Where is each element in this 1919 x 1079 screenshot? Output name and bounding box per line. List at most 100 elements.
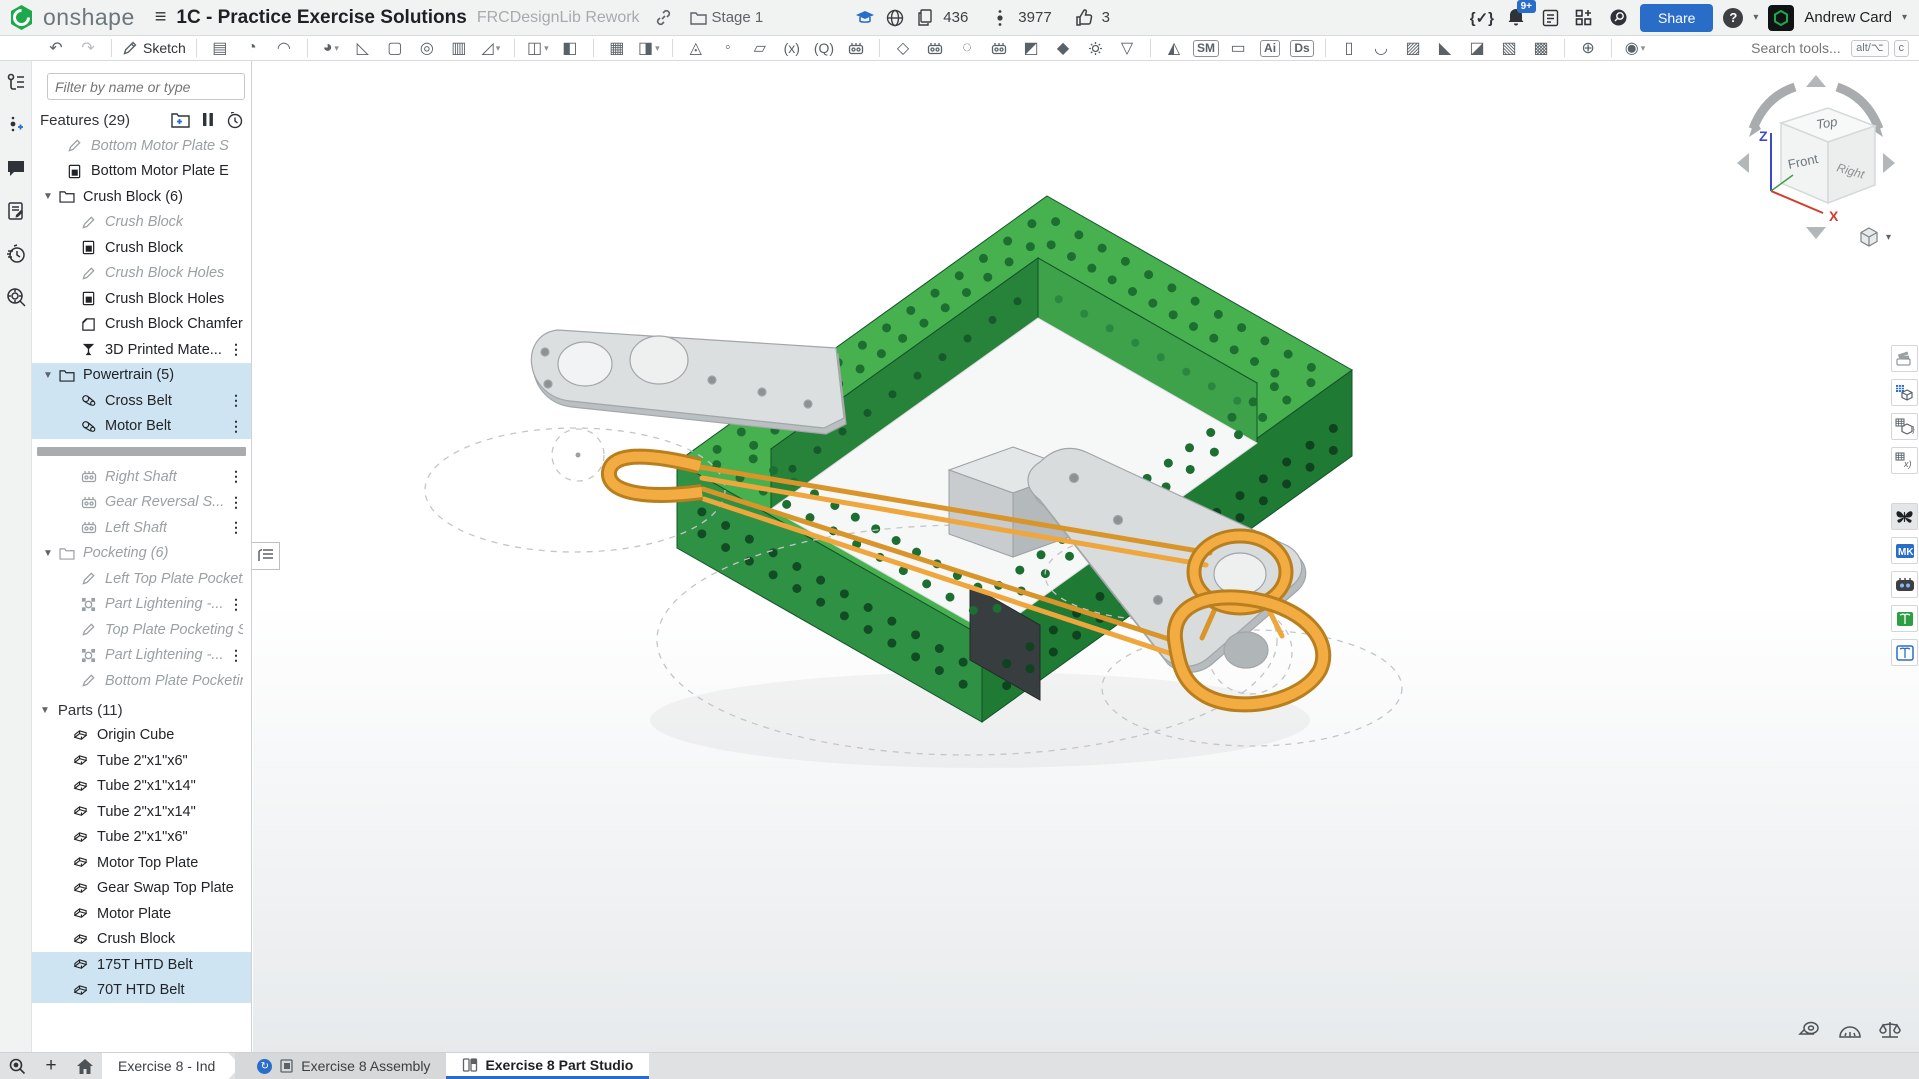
- view-options-caret-icon[interactable]: ▾: [1886, 232, 1891, 243]
- search-in-document-icon[interactable]: [5, 286, 27, 308]
- feature-row-2[interactable]: ▼Crush Block (6): [32, 184, 251, 210]
- graphics-viewport[interactable]: Top Front Right Z X ▾: [253, 61, 1919, 1052]
- tool-origin-target-icon[interactable]: ⊕: [1575, 37, 1601, 60]
- feature-row-14[interactable]: Gear Reversal S...⋮: [32, 490, 251, 516]
- tool-frame-icon[interactable]: ▯: [1336, 37, 1362, 60]
- tool-transform-icon[interactable]: ◆: [1050, 37, 1076, 60]
- blue-book-app-icon[interactable]: [1891, 639, 1918, 666]
- tool-bend-icon[interactable]: ▭: [1225, 37, 1251, 60]
- feature-row-4[interactable]: Crush Block: [32, 235, 251, 261]
- tool-bracket-icon[interactable]: ▩: [1528, 37, 1554, 60]
- tool-boolean-icon[interactable]: ◫▾: [525, 37, 551, 60]
- feature-row-13[interactable]: Right Shaft⋮: [32, 464, 251, 490]
- bom-table-icon[interactable]: [1891, 379, 1918, 406]
- suppress-pause-icon[interactable]: [202, 112, 214, 127]
- variables-table-icon[interactable]: x): [1891, 447, 1918, 474]
- feature-row-0[interactable]: Bottom Motor Plate Sk...: [32, 133, 251, 159]
- tab-exercise-8-ind[interactable]: Exercise 8 - Ind: [102, 1053, 241, 1079]
- tool-fillet-icon[interactable]: ◕▾: [318, 37, 344, 60]
- tool-draft-icon[interactable]: ◿▾: [478, 37, 504, 60]
- history-icon[interactable]: [5, 243, 27, 265]
- feature-row-20[interactable]: Part Lightening -...⋮: [32, 643, 251, 669]
- robot-app-icon[interactable]: [1891, 571, 1918, 598]
- help-caret-icon[interactable]: ▾: [1753, 12, 1758, 23]
- create-folder-icon[interactable]: [171, 112, 190, 128]
- versions-history-icon[interactable]: [5, 71, 27, 93]
- feature-row-8[interactable]: 3D Printed Mate...⋮: [32, 337, 251, 363]
- rollback-clock-icon[interactable]: [226, 112, 243, 129]
- home-tab-button[interactable]: [68, 1053, 102, 1079]
- selection-flyout-button[interactable]: [252, 542, 280, 570]
- feature-row-15[interactable]: Left Shaft⋮: [32, 515, 251, 541]
- protractor-icon[interactable]: [1837, 1018, 1863, 1042]
- appearance-panel-icon[interactable]: [1891, 345, 1918, 372]
- tool-hole-icon[interactable]: ◎: [414, 37, 440, 60]
- onshape-logo[interactable]: onshape: [0, 4, 145, 31]
- tool-revolve-icon[interactable]: ◔: [239, 37, 265, 60]
- tool-boolean-chevron-icon[interactable]: ▾: [544, 43, 549, 54]
- butterfly-app-icon[interactable]: [1891, 503, 1918, 530]
- tab-finder-icon[interactable]: [0, 1053, 34, 1079]
- tool-rib-icon[interactable]: ▥: [446, 37, 472, 60]
- tool-search-pin-icon[interactable]: ◌: [954, 37, 980, 60]
- help-button[interactable]: ?: [1723, 8, 1743, 28]
- tool-draft-chevron-icon[interactable]: ▾: [496, 43, 501, 54]
- feature-row-11[interactable]: Motor Belt⋮: [32, 414, 251, 440]
- feature-row-9[interactable]: ▼Powertrain (5): [32, 363, 251, 389]
- filter-input[interactable]: [47, 73, 245, 100]
- tool-selection-tools-icon[interactable]: ◉▾: [1622, 37, 1648, 60]
- green-book-app-icon[interactable]: [1891, 605, 1918, 632]
- expand-caret-icon[interactable]: ▼: [43, 370, 53, 381]
- notifications-bell-icon[interactable]: 9+: [1504, 6, 1528, 30]
- part-row-1[interactable]: Tube 2"x1"x6": [32, 748, 251, 774]
- main-menu-icon[interactable]: ≡: [145, 6, 177, 29]
- tool-filter-triangle-icon[interactable]: ▽: [1114, 37, 1140, 60]
- version-dots-icon[interactable]: [988, 6, 1012, 30]
- part-row-2[interactable]: Tube 2"x1"x14": [32, 774, 251, 800]
- learning-center-icon[interactable]: [1606, 6, 1630, 30]
- app-store-icon[interactable]: [1572, 6, 1596, 30]
- public-globe-icon[interactable]: [883, 6, 907, 30]
- tool-configurations-icon[interactable]: (Q): [811, 37, 837, 60]
- feature-row-16[interactable]: ▼Pocketing (6): [32, 541, 251, 567]
- feature-row-7[interactable]: Crush Block Chamfer: [32, 312, 251, 338]
- mass-properties-icon[interactable]: [1877, 1018, 1903, 1042]
- parts-header[interactable]: ▼ Parts (11): [32, 694, 251, 723]
- part-row-7[interactable]: Motor Plate: [32, 901, 251, 927]
- feature-row-17[interactable]: Left Top Plate Pocketing: [32, 566, 251, 592]
- tool-undo-icon[interactable]: ↶: [43, 37, 69, 60]
- workspace-location[interactable]: Stage 1: [690, 9, 764, 26]
- feature-row-18[interactable]: Part Lightening -...⋮: [32, 592, 251, 618]
- comments-icon[interactable]: [5, 157, 27, 179]
- tab-exercise-8-assembly[interactable]: ↻Exercise 8 Assembly: [235, 1053, 446, 1079]
- measure-tape-icon[interactable]: [1797, 1018, 1823, 1042]
- tool-insert-box-icon[interactable]: ◇: [890, 37, 916, 60]
- tool-variable-icon[interactable]: (x): [779, 37, 805, 60]
- feature-row-21[interactable]: Bottom Plate Pocketing...: [32, 668, 251, 694]
- rollback-bar[interactable]: [37, 447, 246, 456]
- feature-row-3[interactable]: Crush Block: [32, 210, 251, 236]
- feature-menu-dots-icon[interactable]: ⋮: [229, 647, 242, 664]
- feature-row-19[interactable]: Top Plate Pocketing Sk...: [32, 617, 251, 643]
- tool-point-icon[interactable]: ◦: [715, 37, 741, 60]
- tool-sheet-metal-icon[interactable]: SM: [1193, 37, 1219, 60]
- tool-gear-icon[interactable]: [1082, 37, 1108, 60]
- tool-sheet-metal-ruler-icon[interactable]: ◭: [1161, 37, 1187, 60]
- feature-menu-dots-icon[interactable]: ⋮: [229, 392, 242, 409]
- tool-gusset-icon[interactable]: ◣: [1432, 37, 1458, 60]
- tool-part-color-icon[interactable]: ◩: [1018, 37, 1044, 60]
- tool-split-icon[interactable]: ◧: [557, 37, 583, 60]
- search-tools-input[interactable]: [1751, 39, 1846, 58]
- feature-scripts-icon[interactable]: {✓}: [1470, 9, 1494, 27]
- release-notes-icon[interactable]: [5, 200, 27, 222]
- tool-extrude-icon[interactable]: ▤: [207, 37, 233, 60]
- tool-selection-tools-chevron-icon[interactable]: ▾: [1641, 43, 1646, 54]
- new-tab-button[interactable]: +: [34, 1053, 68, 1079]
- part-row-0[interactable]: Origin Cube: [32, 723, 251, 749]
- tool-sweep-icon[interactable]: ◠: [271, 37, 297, 60]
- create-version-icon[interactable]: [5, 114, 27, 136]
- expand-caret-icon[interactable]: ▼: [43, 548, 53, 559]
- link-icon[interactable]: [652, 6, 676, 30]
- part-row-4[interactable]: Tube 2"x1"x6": [32, 825, 251, 851]
- feature-menu-dots-icon[interactable]: ⋮: [229, 596, 242, 613]
